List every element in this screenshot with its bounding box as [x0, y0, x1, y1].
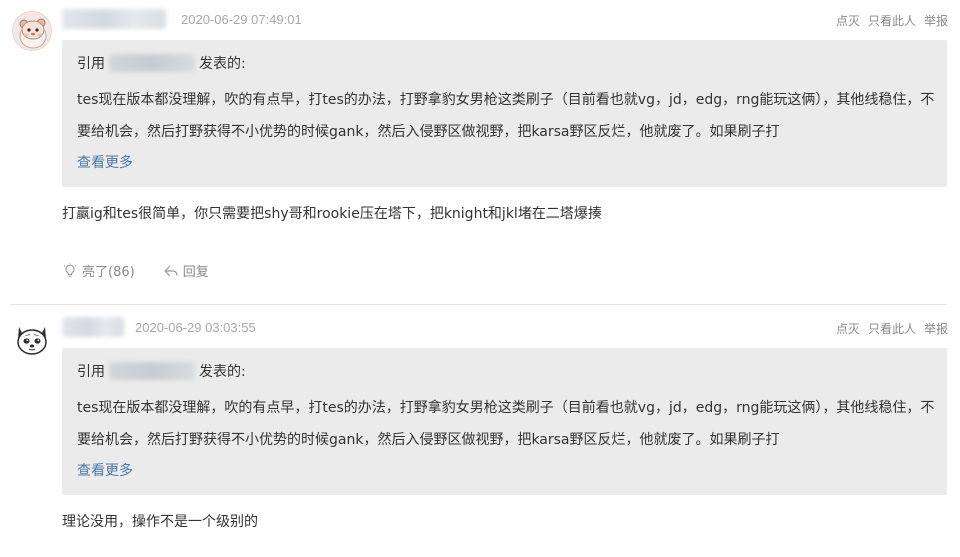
view-more-link[interactable]: 查看更多: [77, 152, 133, 172]
avatar[interactable]: [12, 11, 52, 51]
quoted-comment: 引用 发表的: tes现在版本都没理解，吹的有点早，打tes的办法，打野拿豹女男…: [62, 348, 947, 495]
report-link[interactable]: 举报: [924, 12, 948, 29]
quote-prefix: 引用: [77, 364, 105, 380]
quoted-username-blurred[interactable]: [109, 362, 195, 380]
comment-timestamp: 2020-06-29 03:03:55: [135, 320, 256, 335]
quoted-comment: 引用 发表的: tes现在版本都没理解，吹的有点早，打tes的办法，打野拿豹女男…: [62, 40, 947, 187]
lightbulb-icon: [63, 262, 77, 277]
avatar[interactable]: [12, 319, 52, 359]
quote-suffix: 发表的:: [199, 56, 246, 72]
quote-header: 引用 发表的:: [77, 53, 246, 73]
username-blurred[interactable]: [62, 9, 166, 29]
dislike-link[interactable]: 点灭: [836, 12, 860, 29]
comment-text: 打赢ig和tes很简单，你只需要把shy哥和rookie压在塔下，把knight…: [62, 206, 602, 222]
comment-actions: 点灭 只看此人 举报: [836, 12, 948, 29]
comment-actions: 点灭 只看此人 举报: [836, 320, 948, 337]
dislike-link[interactable]: 点灭: [836, 320, 860, 337]
view-more-link[interactable]: 查看更多: [77, 460, 133, 480]
only-this-user-link[interactable]: 只看此人: [868, 12, 916, 29]
comment-text: 理论没用，操作不是一个级别的: [62, 514, 258, 530]
only-this-user-link[interactable]: 只看此人: [868, 320, 916, 337]
comment-divider: [10, 304, 947, 305]
quote-body: tes现在版本都没理解，吹的有点早，打tes的办法，打野拿豹女男枪这类刷子（目前…: [77, 400, 935, 448]
report-link[interactable]: 举报: [924, 320, 948, 337]
hamster-avatar-icon: [19, 18, 47, 49]
username-blurred[interactable]: [62, 317, 124, 337]
like-count-label: 亮了(86): [82, 265, 135, 280]
comment-timestamp: 2020-06-29 07:49:01: [181, 12, 302, 27]
reply-button[interactable]: 回复: [163, 261, 209, 280]
reply-label: 回复: [182, 265, 209, 280]
comment-item: 2020-06-29 03:03:55 点灭 只看此人 举报 引用 发表的: t…: [0, 306, 960, 557]
comment-item: 2020-06-29 07:49:01 点灭 只看此人 举报 引用 发表的: t…: [0, 0, 960, 304]
comment-footer: 亮了(86) 回复: [62, 261, 209, 280]
like-button[interactable]: 亮了(86): [62, 261, 135, 280]
quote-suffix: 发表的:: [199, 364, 246, 380]
reply-arrow-icon: [164, 265, 178, 276]
quoted-username-blurred[interactable]: [109, 54, 195, 72]
quote-header: 引用 发表的:: [77, 361, 246, 381]
quote-body: tes现在版本都没理解，吹的有点早，打tes的办法，打野拿豹女男枪这类刷子（目前…: [77, 92, 935, 140]
husky-avatar-icon: [17, 327, 47, 355]
quote-prefix: 引用: [77, 56, 105, 72]
